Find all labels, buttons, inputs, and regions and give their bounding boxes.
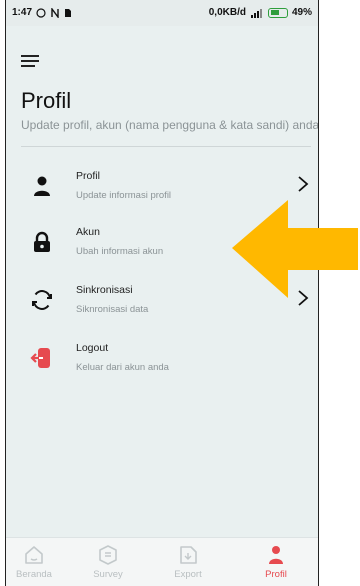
hamburger-menu-icon[interactable] [21,55,39,67]
nav-item-export[interactable]: Export [158,544,218,580]
signal-icon [250,8,262,18]
menu-item-logout[interactable]: Logout Keluar dari akun anda [6,340,318,392]
n-icon [51,7,59,18]
export-icon [180,546,197,564]
network-speed: 0,0KB/d [208,7,246,18]
person-icon [34,176,50,196]
arrow-annotation-icon [232,200,358,298]
whatsapp-icon [36,7,46,18]
nav-item-survey[interactable]: Survey [78,544,138,580]
nav-item-profil[interactable]: Profil [246,544,306,580]
battery-percent: 49% [291,7,312,18]
page-title: Profil [21,88,72,113]
nav-label: Export [174,569,202,580]
menu-item-subtitle: Siknronisasi data [76,304,149,315]
page-subtitle: Update profil, akun (nama pengguna & kat… [21,118,319,132]
menu-item-title: Akun [76,226,100,238]
menu-item-subtitle: Keluar dari akun anda [76,362,169,373]
profile-icon [269,546,283,564]
nav-label: Beranda [16,569,52,580]
logout-icon [30,348,50,368]
nav-label: Profil [265,569,287,580]
battery-charging-icon [267,7,288,18]
menu-item-title: Sinkronisasi [76,284,133,296]
survey-icon [99,545,117,565]
menu-item-title: Logout [76,342,109,354]
sim-icon [65,8,72,17]
sync-icon [32,290,52,310]
nav-label: Survey [93,569,123,580]
menu-item-subtitle: Update informasi profil [76,190,172,201]
bottom-navigation: Beranda Survey Export Profil [6,537,318,586]
lock-icon [34,231,50,252]
status-bar: 1:47 0,0KB/d 49% [6,0,318,26]
divider [21,146,311,147]
menu-item-subtitle: Ubah informasi akun [76,246,164,257]
home-icon [25,546,43,564]
clock: 1:47 [12,7,33,18]
chevron-right-icon [298,176,309,192]
nav-item-beranda[interactable]: Beranda [6,544,64,580]
menu-item-title: Profil [76,170,100,182]
